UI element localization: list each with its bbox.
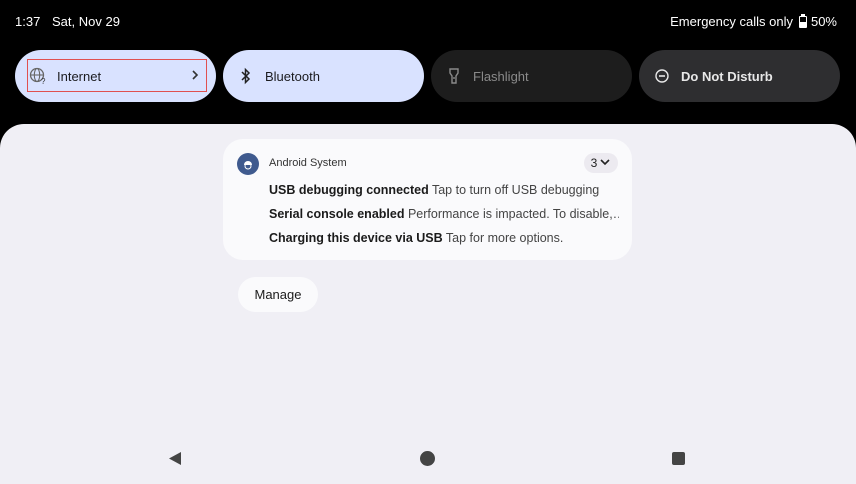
notification-line[interactable]: Serial console enabled Performance is im… [269, 207, 619, 221]
bluetooth-label: Bluetooth [265, 68, 320, 84]
battery-icon [798, 13, 807, 28]
notification-line[interactable]: USB debugging connected Tap to turn off … [269, 183, 619, 197]
back-icon[interactable] [168, 451, 182, 471]
battery-percent: 50% [810, 14, 837, 29]
notification-line-body: Tap for more options. [445, 231, 564, 245]
dnd-label: Do Not Disturb [681, 68, 773, 84]
notification-line-title: Serial console enabled [269, 207, 405, 221]
notification-line[interactable]: Charging this device via USB Tap for mor… [269, 231, 619, 245]
flashlight-label: Flashlight [473, 68, 529, 84]
home-icon[interactable] [420, 451, 435, 466]
flashlight-tile[interactable]: Flashlight [431, 50, 632, 102]
notification-expand-button[interactable]: 3 [584, 153, 618, 173]
recents-icon[interactable] [672, 452, 685, 465]
bluetooth-tile[interactable]: Bluetooth [223, 50, 424, 102]
notification-line-title: USB debugging connected [269, 183, 429, 197]
status-date: Sat, Nov 29 [52, 14, 120, 29]
notification-card[interactable]: Android System 3 USB debugging connected… [223, 139, 632, 260]
selection-highlight [27, 59, 207, 92]
notification-count: 3 [590, 156, 598, 170]
carrier-text: Emergency calls only [670, 14, 793, 29]
status-time: 1:37 [15, 14, 41, 29]
notification-line-body: Performance is impacted. To disable,… [407, 207, 619, 221]
status-bar: 1:37 Sat, Nov 29 Emergency calls only 50… [0, 0, 856, 44]
do-not-disturb-icon [653, 67, 671, 85]
flashlight-icon [445, 67, 463, 85]
notification-app-name: Android System [269, 157, 347, 169]
notification-line-title: Charging this device via USB [269, 231, 443, 245]
do-not-disturb-tile[interactable]: Do Not Disturb [639, 50, 840, 102]
bluetooth-icon [237, 67, 255, 85]
status-right: Emergency calls only 50% [670, 13, 837, 29]
chevron-down-icon [599, 156, 611, 170]
notification-line-body: Tap to turn off USB debugging [431, 183, 600, 197]
manage-button[interactable]: Manage [238, 277, 318, 312]
android-system-app-icon [237, 153, 259, 175]
